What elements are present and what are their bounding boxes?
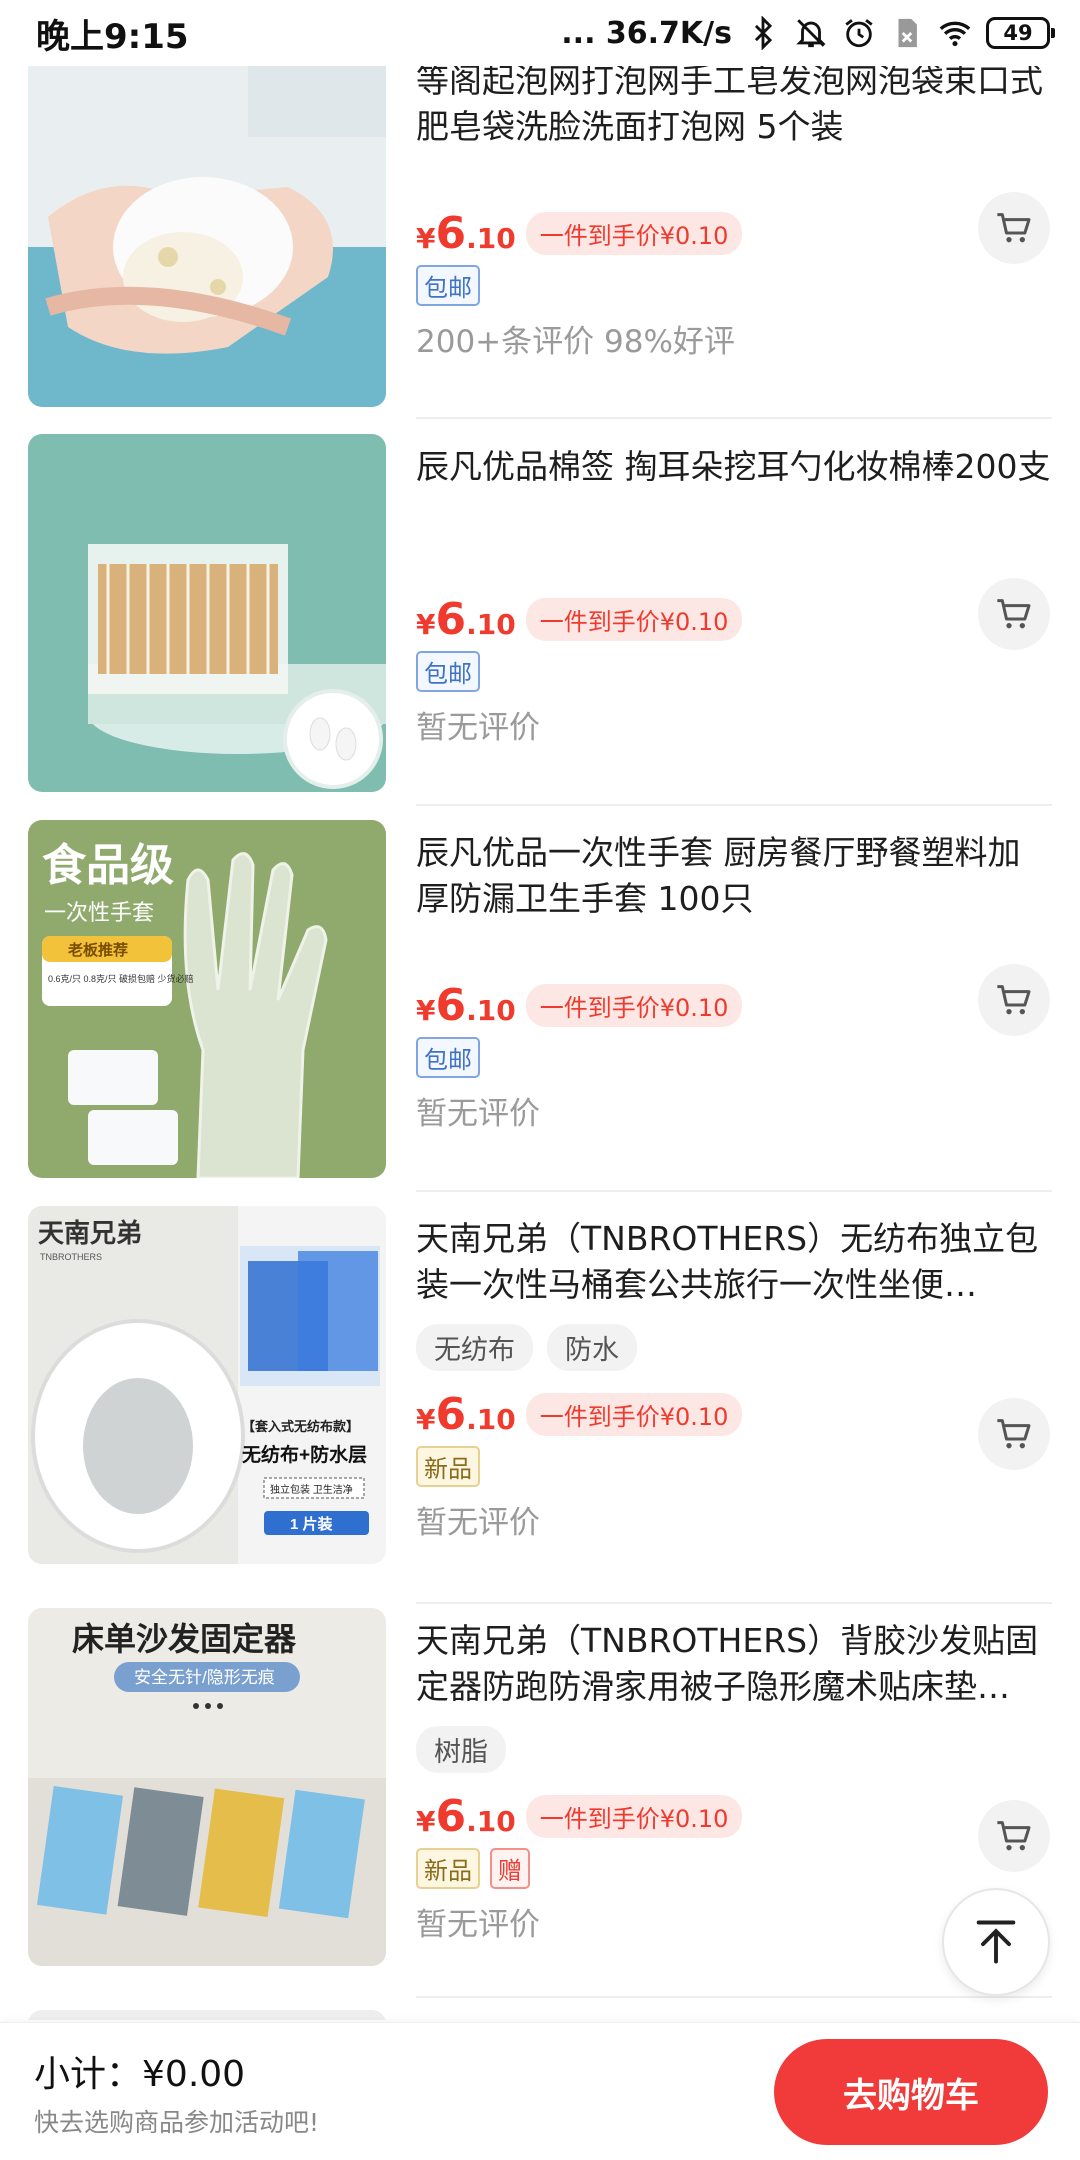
cart-icon: [997, 1419, 1031, 1449]
product-rating: 暂无评价: [416, 1505, 540, 1541]
go-to-cart-button[interactable]: 去购物车: [774, 2039, 1048, 2145]
image-line1: 【套入式无纺布款】: [242, 1419, 359, 1434]
free-shipping-badge: 包邮: [416, 265, 480, 306]
image-line3: 独立包装 卫生洁净: [270, 1483, 353, 1496]
back-to-top-button[interactable]: [942, 1888, 1050, 1996]
promo-hint: 快去选购商品参加活动吧!: [34, 2108, 320, 2137]
product-price: ¥6.10: [416, 980, 516, 1031]
product-title[interactable]: 天南兄弟（TNBROTHERS）背胶沙发贴固定器防跑防滑家用被子隐形魔术贴床垫…: [416, 1618, 1052, 1710]
product-list[interactable]: 等阁起泡网打泡网手工皂发泡网泡袋束口式肥皂袋洗脸洗面打泡网 5个装 ¥6.10 …: [0, 0, 1080, 2020]
product-title[interactable]: 等阁起泡网打泡网手工皂发泡网泡袋束口式肥皂袋洗脸洗面打泡网 5个装: [416, 58, 1052, 150]
status-bar: 晚上9:15 ... 36.7K/s 49: [0, 0, 1080, 66]
add-to-cart-button[interactable]: [978, 1398, 1050, 1470]
add-to-cart-button[interactable]: [978, 578, 1050, 650]
new-product-badge: 新品: [416, 1848, 480, 1889]
status-icons: ... 36.7K/s 49: [561, 15, 1055, 51]
sim-icon: [898, 18, 917, 48]
product-rating: 暂无评价: [416, 1096, 540, 1132]
product-rating: 200+条评价 98%好评: [416, 324, 735, 360]
divider: [416, 1996, 1052, 1998]
cart-icon: [997, 599, 1031, 629]
network-speed: ... 36.7K/s: [561, 15, 732, 51]
product-image[interactable]: [28, 2010, 386, 2020]
cart-icon: [997, 985, 1031, 1015]
image-brand: 天南兄弟: [38, 1218, 142, 1248]
bottom-bar: 小计：¥0.00 快去选购商品参加活动吧! 去购物车: [0, 2022, 1080, 2160]
mute-bell-icon: [796, 19, 826, 48]
add-to-cart-button[interactable]: [978, 964, 1050, 1036]
image-line4: 1 片装: [290, 1515, 334, 1533]
product-price: ¥6.10: [416, 1389, 516, 1440]
subtotal-label: 小计：: [34, 2054, 143, 2095]
free-shipping-badge: 包邮: [416, 1037, 480, 1078]
image-line2: 无纺布+防水层: [242, 1443, 367, 1466]
divider: [416, 417, 1052, 419]
image-subcaption: 一次性手套: [44, 900, 154, 925]
product-tag: 防水: [547, 1324, 637, 1371]
product-image[interactable]: 天南兄弟 TNBROTHERS 【套入式无纺布款】 无纺布+防水层 独立包装 卫…: [28, 1206, 386, 1564]
product-rating: 暂无评价: [416, 710, 540, 746]
divider: [416, 1190, 1052, 1192]
product-price: ¥6.10: [416, 594, 516, 645]
product-price: ¥6.10: [416, 1791, 516, 1842]
product-image[interactable]: 食品级 一次性手套 老板推荐 0.6克/只 0.8克/只 破损包赔 少货必赔: [28, 820, 386, 1178]
promo-price-tag: 一件到手价¥0.10: [525, 984, 743, 1027]
image-caption: 床单沙发固定器: [72, 1621, 297, 1657]
free-shipping-badge: 包邮: [416, 651, 480, 692]
product-tag: 树脂: [416, 1726, 506, 1773]
subtotal: 小计：¥0.00: [34, 2045, 245, 2097]
product-price: ¥6.10: [416, 208, 516, 259]
wifi-icon: [939, 21, 971, 47]
add-to-cart-button[interactable]: [978, 1800, 1050, 1872]
divider: [416, 804, 1052, 806]
product-image[interactable]: [28, 434, 386, 792]
product-image[interactable]: 床单沙发固定器 安全无针/隐形无痕: [28, 1608, 386, 1966]
image-brand-en: TNBROTHERS: [40, 1252, 102, 1262]
promo-price-tag: 一件到手价¥0.10: [525, 598, 743, 641]
new-product-badge: 新品: [416, 1446, 480, 1487]
product-title[interactable]: 天南兄弟（TNBROTHERS）无纺布独立包装一次性马桶套公共旅行一次性坐便…: [416, 1216, 1052, 1308]
image-caption: 食品级: [42, 841, 174, 890]
image-note: 0.6克/只 0.8克/只 破损包赔 少货必赔: [48, 973, 194, 984]
cart-icon: [997, 213, 1031, 243]
promo-price-tag: 一件到手价¥0.10: [525, 1795, 743, 1838]
arrow-up-icon: [976, 1920, 1016, 1964]
product-image[interactable]: [28, 47, 386, 407]
promo-price-tag: 一件到手价¥0.10: [525, 212, 743, 255]
product-title[interactable]: 辰凡优品棉签 掏耳朵挖耳勺化妆棉棒200支: [416, 444, 1052, 536]
promo-price-tag: 一件到手价¥0.10: [525, 1393, 743, 1436]
product-tag: 无纺布: [416, 1324, 533, 1371]
bluetooth-icon: [754, 16, 773, 50]
subtotal-value: ¥0.00: [142, 2054, 246, 2095]
gift-badge: 赠: [490, 1848, 530, 1889]
image-badge: 老板推荐: [67, 941, 128, 959]
alarm-icon: [845, 19, 873, 48]
divider: [416, 1602, 1052, 1604]
cart-icon: [997, 1821, 1031, 1851]
battery-icon: 49: [986, 17, 1055, 49]
status-time: 晚上9:15: [36, 16, 189, 57]
product-title[interactable]: 辰凡优品一次性手套 厨房餐厅野餐塑料加厚防漏卫生手套 100只: [416, 830, 1052, 922]
add-to-cart-button[interactable]: [978, 192, 1050, 264]
image-subcaption: 安全无针/隐形无痕: [134, 1668, 275, 1687]
